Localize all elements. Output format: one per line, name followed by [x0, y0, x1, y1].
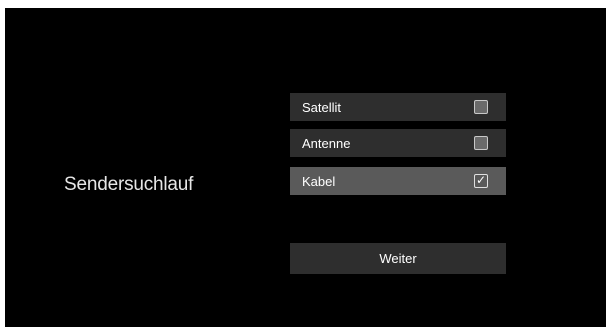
option-label: Kabel	[302, 174, 336, 189]
checkmark-icon: ✓	[475, 173, 487, 187]
channel-scan-screen: Sendersuchlauf Satellit Antenne Kabel ✓ …	[5, 8, 606, 327]
page-title: Sendersuchlauf	[64, 174, 194, 195]
option-antenne[interactable]: Antenne	[290, 129, 506, 157]
checkbox-empty-icon[interactable]	[474, 136, 488, 150]
next-button[interactable]: Weiter	[290, 243, 506, 274]
option-kabel[interactable]: Kabel ✓	[290, 167, 506, 195]
checkbox-empty-icon[interactable]	[474, 100, 488, 114]
option-satellit[interactable]: Satellit	[290, 93, 506, 121]
checkbox-checked-icon[interactable]: ✓	[474, 173, 488, 188]
option-label: Antenne	[302, 136, 351, 151]
option-label: Satellit	[302, 100, 342, 115]
